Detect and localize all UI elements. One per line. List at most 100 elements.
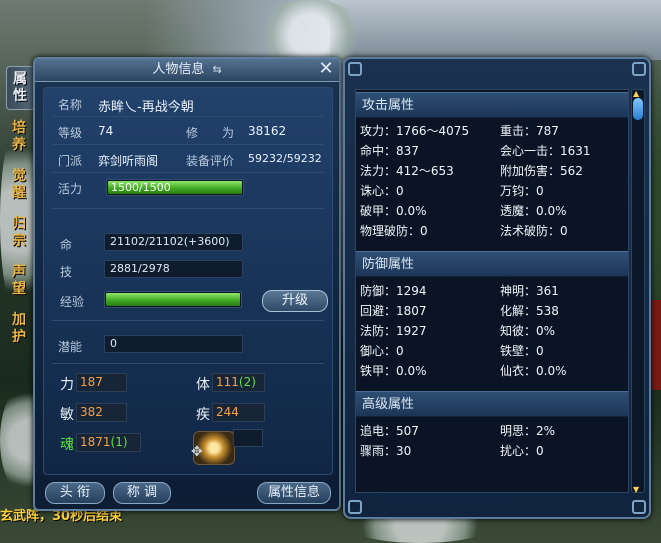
close-icon[interactable]: ✕ <box>317 60 335 78</box>
exp-bar-fill <box>106 293 240 306</box>
vitality-label: 活力 <box>58 182 83 196</box>
scroll-up-arrow-icon[interactable]: ▲ <box>633 89 639 98</box>
gear-score-value: 59232/59232 <box>248 152 322 165</box>
defense-stat: 法防：1927 <box>360 324 427 338</box>
attack-section-header: 攻击属性 <box>356 92 628 118</box>
background-sky <box>330 0 661 60</box>
attribute-info-button[interactable]: 属性信息 <box>257 482 331 504</box>
corner-ornament <box>632 62 646 76</box>
advanced-stat: 追电：507 <box>360 424 419 438</box>
soul-stat: 1871(1) <box>76 433 141 452</box>
defense-stat: 化解：538 <box>500 304 559 318</box>
name-label: 名称 <box>58 98 83 112</box>
sect-label: 门派 <box>58 154 83 168</box>
potential-label: 潜能 <box>58 340 83 354</box>
tab-label: 培 养 <box>12 120 26 153</box>
attack-stat: 重击：787 <box>500 124 559 138</box>
vitality-value: 1500/1500 <box>111 181 171 194</box>
defense-stat: 仙衣：0.0% <box>500 364 567 378</box>
body-value: 111 <box>216 375 239 389</box>
side-tab-bar: 属 性 培 养 觉 醒 归 宗 声 望 加 护 <box>6 66 34 356</box>
sect-value: 弈剑听雨阁 <box>98 154 159 168</box>
tab-return-sect[interactable]: 归 宗 <box>6 212 32 254</box>
gear-score-label: 装备评价 <box>186 154 235 168</box>
divider <box>52 144 324 145</box>
skill-label: 技 <box>60 265 73 279</box>
exp-bar <box>104 291 242 308</box>
defense-stat: 铁甲：0.0% <box>360 364 427 378</box>
tab-label: 加 护 <box>12 312 26 345</box>
corner-ornament <box>348 500 362 514</box>
hp-value: 21102/21102(+3600) <box>104 233 243 251</box>
divider <box>52 172 324 173</box>
agility-label: 敏 <box>60 407 74 423</box>
upgrade-button[interactable]: 升级 <box>262 290 328 312</box>
window-header[interactable]: 人物信息 ⇆ <box>35 59 339 82</box>
orb-slot <box>233 429 263 447</box>
attack-stat: 物理破防：0 <box>360 224 428 238</box>
body-stat: 111(2) <box>212 373 265 392</box>
speed-value: 244 <box>212 403 265 422</box>
attack-stat: 法力：412～653 <box>360 164 454 178</box>
tab-awaken[interactable]: 觉 醒 <box>6 164 32 206</box>
move-cross-icon[interactable]: ✥ <box>191 444 203 460</box>
scroll-down-arrow-icon[interactable]: ▼ <box>633 485 639 494</box>
title-button[interactable]: 头 衔 <box>45 482 105 504</box>
defense-stat: 防御：1294 <box>360 284 427 298</box>
attack-stat: 法术破防：0 <box>500 224 568 238</box>
attack-stat: 诛心：0 <box>360 184 404 198</box>
tab-attributes[interactable]: 属 性 <box>6 66 33 110</box>
advanced-stat: 扰心：0 <box>500 444 544 458</box>
divider <box>52 116 324 117</box>
skill-value: 2881/2978 <box>104 260 243 278</box>
divider <box>52 363 324 364</box>
tab-cultivate[interactable]: 培 养 <box>6 116 32 158</box>
advanced-stat: 骤雨：30 <box>360 444 412 458</box>
corner-ornament <box>632 500 646 514</box>
defense-stat: 神明：361 <box>500 284 559 298</box>
defense-stat: 御心：0 <box>360 344 404 358</box>
soul-label: 魂 <box>60 437 74 453</box>
appellation-button[interactable]: 称 调 <box>113 482 171 504</box>
name-value: 赤眸乀-再战今朝 <box>98 100 194 115</box>
strength-label: 力 <box>60 377 74 393</box>
character-info-body: 名称 赤眸乀-再战今朝 等级 74 修 为 38162 门派 弈剑听雨阁 装备评… <box>43 87 333 475</box>
level-value: 74 <box>98 124 114 138</box>
tab-label: 声 望 <box>12 264 26 297</box>
level-label: 等级 <box>58 126 83 140</box>
scroll-thumb[interactable] <box>633 98 643 120</box>
cultivation-value: 38162 <box>248 124 287 138</box>
tab-protection[interactable]: 加 护 <box>6 308 32 350</box>
attack-stat: 附加伤害：562 <box>500 164 583 178</box>
attack-stat: 透魔：0.0% <box>500 204 567 218</box>
attribute-scrollbar[interactable]: ▲ ▼ <box>631 89 645 494</box>
attack-stat: 攻力：1766～4075 <box>360 124 470 138</box>
body-bonus: (2) <box>238 375 256 389</box>
character-info-window: 人物信息 ⇆ ✕ 名称 赤眸乀-再战今朝 等级 74 修 为 38162 门派 … <box>33 57 341 511</box>
agility-value: 382 <box>76 403 127 422</box>
divider <box>52 320 324 321</box>
attribute-list: 攻击属性 攻力：1766～4075 重击：787 命中：837 会心一击：163… <box>355 89 629 493</box>
divider <box>52 208 324 209</box>
body-label: 体 <box>196 377 210 393</box>
defense-stat: 知彼：0% <box>500 324 556 338</box>
attack-stat: 会心一击：1631 <box>500 144 591 158</box>
cultivation-label: 修 为 <box>186 126 235 140</box>
window-title: 人物信息 <box>152 62 205 77</box>
hp-label: 命 <box>60 238 73 252</box>
potential-value: 0 <box>104 335 243 353</box>
defense-stat: 回避：1807 <box>360 304 427 318</box>
tab-label: 属 性 <box>13 71 27 104</box>
tab-reputation[interactable]: 声 望 <box>6 260 32 302</box>
tab-label: 觉 醒 <box>12 168 26 201</box>
exp-label: 经验 <box>60 295 85 309</box>
vitality-bar: 1500/1500 <box>106 179 244 196</box>
attribute-detail-panel: 攻击属性 攻力：1766～4075 重击：787 命中：837 会心一击：163… <box>343 57 651 519</box>
speed-label: 疾 <box>196 407 210 423</box>
attack-stat: 破甲：0.0% <box>360 204 427 218</box>
swap-arrows-icon[interactable]: ⇆ <box>212 63 221 76</box>
tab-label: 归 宗 <box>12 216 26 249</box>
strength-value: 187 <box>76 373 127 392</box>
soul-bonus: (1) <box>110 435 128 449</box>
advanced-stat: 明思：2% <box>500 424 556 438</box>
